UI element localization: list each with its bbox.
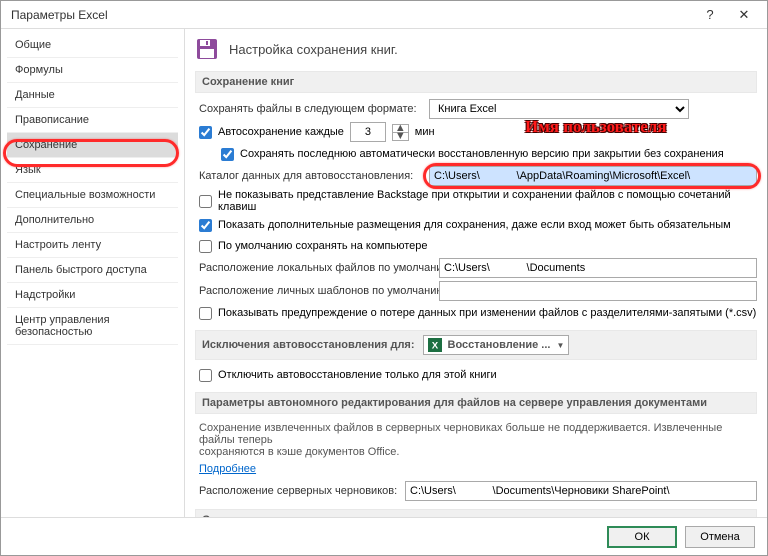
default-pc-checkbox[interactable] bbox=[199, 240, 212, 253]
cancel-button[interactable]: Отмена bbox=[685, 526, 755, 548]
no-backstage-checkbox[interactable] bbox=[199, 195, 212, 208]
disable-recov-label: Отключить автовосстановление только для … bbox=[218, 369, 497, 381]
sidebar-item-addins[interactable]: Надстройки bbox=[7, 283, 178, 308]
format-label: Сохранять файлы в следующем формате: bbox=[199, 103, 423, 115]
sidebar-item-formulas[interactable]: Формулы bbox=[7, 58, 178, 83]
keep-last-checkbox[interactable] bbox=[221, 148, 234, 161]
section-save-books: Сохранение книг bbox=[195, 71, 757, 93]
sidebar-item-save[interactable]: Сохранение bbox=[7, 133, 178, 158]
show-places-checkbox[interactable] bbox=[199, 219, 212, 232]
local-path-label: Расположение локальных файлов по умолчан… bbox=[199, 262, 433, 274]
sidebar-item-accessibility[interactable]: Специальные возможности bbox=[7, 183, 178, 208]
autosave-minutes-input[interactable] bbox=[350, 122, 386, 142]
sidebar-item-ribbon[interactable]: Настроить ленту bbox=[7, 233, 178, 258]
save-icon bbox=[195, 37, 219, 61]
excel-icon: X bbox=[428, 338, 442, 352]
csv-warn-checkbox[interactable] bbox=[199, 307, 212, 320]
recovery-path-input[interactable] bbox=[429, 166, 757, 186]
show-places-label: Показать дополнительные размещения для с… bbox=[218, 219, 731, 231]
sidebar-item-qat[interactable]: Панель быстрого доступа bbox=[7, 258, 178, 283]
spinner-down[interactable]: ▼ bbox=[393, 133, 408, 140]
sidebar-item-general[interactable]: Общие bbox=[7, 33, 178, 58]
keep-last-label: Сохранять последнюю автоматически восста… bbox=[240, 148, 724, 160]
main-panel: Настройка сохранения книг. Сохранение кн… bbox=[185, 29, 767, 517]
drafts-path-label: Расположение серверных черновиков: bbox=[199, 485, 399, 497]
help-button[interactable]: ? bbox=[693, 1, 727, 28]
sidebar-item-trust[interactable]: Центр управления безопасностью bbox=[7, 308, 178, 345]
offline-note-1: Сохранение извлеченных файлов в серверны… bbox=[199, 422, 753, 446]
sidebar-item-data[interactable]: Данные bbox=[7, 83, 178, 108]
section-appearance: Сохранение внешнего вида книги bbox=[195, 509, 757, 517]
templates-path-input[interactable] bbox=[439, 281, 757, 301]
sidebar-item-language[interactable]: Язык bbox=[7, 158, 178, 183]
sidebar: Общие Формулы Данные Правописание Сохран… bbox=[1, 29, 185, 517]
format-select[interactable]: Книга Excel bbox=[429, 99, 689, 119]
recovery-path-label: Каталог данных для автовосстановления: bbox=[199, 170, 423, 182]
autosave-label: Автосохранение каждые bbox=[218, 126, 344, 138]
local-path-input[interactable] bbox=[439, 258, 757, 278]
workbook-select[interactable]: X Восстановление ... ▼ bbox=[423, 335, 570, 355]
sidebar-item-proofing[interactable]: Правописание bbox=[7, 108, 178, 133]
section-exclusions: Исключения автовосстановления для: X Вос… bbox=[195, 330, 757, 360]
default-pc-label: По умолчанию сохранять на компьютере bbox=[218, 240, 427, 252]
csv-warn-label: Показывать предупреждение о потере данны… bbox=[218, 307, 756, 319]
ok-button[interactable]: ОК bbox=[607, 526, 677, 548]
autosave-checkbox[interactable] bbox=[199, 126, 212, 139]
templates-path-label: Расположение личных шаблонов по умолчани… bbox=[199, 285, 433, 297]
disable-recov-checkbox[interactable] bbox=[199, 369, 212, 382]
no-backstage-label: Не показывать представление Backstage пр… bbox=[218, 189, 757, 213]
sidebar-item-advanced[interactable]: Дополнительно bbox=[7, 208, 178, 233]
autosave-unit: мин bbox=[415, 126, 435, 138]
window-title: Параметры Excel bbox=[7, 8, 693, 22]
drafts-path-input[interactable] bbox=[405, 481, 757, 501]
offline-note-2: сохраняются в кэше документов Office. bbox=[199, 446, 753, 458]
svg-text:X: X bbox=[431, 341, 438, 352]
section-offline: Параметры автономного редактирования для… bbox=[195, 392, 757, 414]
close-button[interactable]: ✕ bbox=[727, 1, 761, 28]
page-title: Настройка сохранения книг. bbox=[229, 42, 398, 57]
learn-more-link[interactable]: Подробнее bbox=[199, 463, 256, 475]
